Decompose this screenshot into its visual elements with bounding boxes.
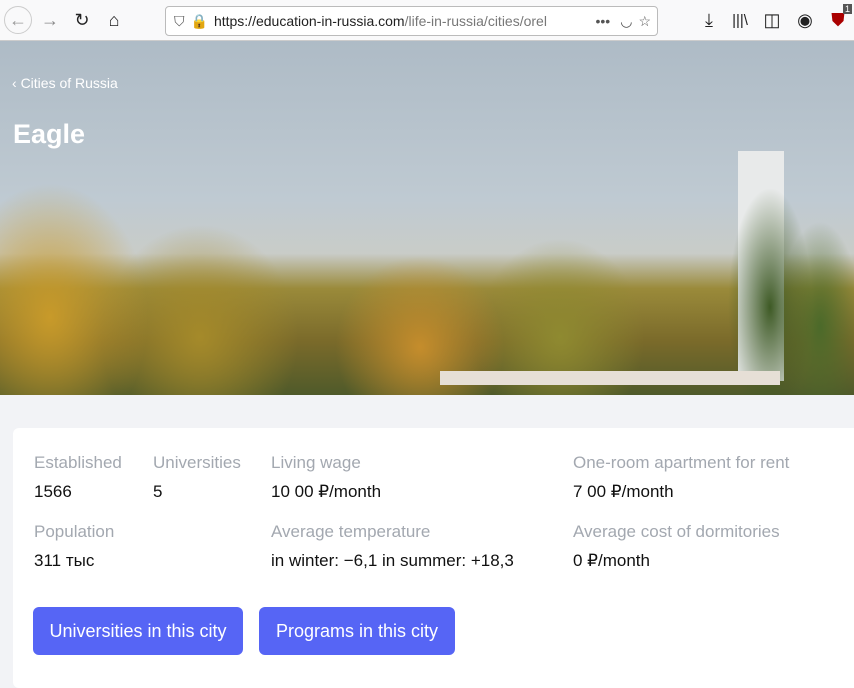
fact-dormitory-cost: Average cost of dormitories 0 ₽/month xyxy=(573,522,780,571)
account-icon[interactable]: ◉ xyxy=(793,8,817,32)
reload-icon[interactable]: ↻ xyxy=(70,8,94,32)
forward-icon[interactable]: → xyxy=(38,8,62,32)
fact-label: Average temperature xyxy=(271,522,431,541)
chevron-left-icon: ‹ xyxy=(12,75,21,91)
breadcrumb-link[interactable]: ‹ Cities of Russia xyxy=(12,75,118,91)
city-hero-image: ‹ Cities of Russia Eagle xyxy=(0,41,854,395)
trees-image xyxy=(0,147,854,395)
fence-image xyxy=(440,371,780,385)
fact-apartment-rent: One-room apartment for rent 7 00 ₽/month xyxy=(573,453,789,502)
fact-population: Population 311 тыс xyxy=(34,522,114,571)
fact-value: in winter: −6,1 in summer: +18,3 xyxy=(271,551,514,570)
fact-living-wage: Living wage 10 00 ₽/month xyxy=(271,453,381,502)
insecure-lock-icon: 🔒 xyxy=(190,12,208,29)
ublock-badge: 1 xyxy=(842,4,852,14)
download-icon[interactable]: ⤓ xyxy=(697,8,721,32)
star-icon[interactable]: ☆ xyxy=(638,13,651,30)
pocket-icon[interactable]: ◡ xyxy=(620,13,632,30)
browser-toolbar: ← → ↻ ⌂ ⛉ 🔒 https://education-in-russia.… xyxy=(0,0,854,41)
fact-value: 1566 xyxy=(34,482,72,501)
home-icon[interactable]: ⌂ xyxy=(102,8,126,32)
fact-universities: Universities 5 xyxy=(153,453,241,502)
more-icon[interactable]: ••• xyxy=(596,13,611,29)
fact-value: 0 ₽/month xyxy=(573,551,650,570)
city-facts-card: Established 1566 Universities 5 Living wag… xyxy=(13,428,854,688)
programs-in-city-button[interactable]: Programs in this city xyxy=(259,607,455,655)
url-path: /life-in-russia/cities/orel xyxy=(404,13,547,29)
fact-label: Population xyxy=(34,522,115,541)
fact-label: Living wage xyxy=(271,453,361,472)
sidebar-icon[interactable]: ◫ xyxy=(760,8,784,32)
page-title: Eagle xyxy=(13,119,86,149)
fact-value: 5 xyxy=(153,482,163,501)
breadcrumb-label: Cities of Russia xyxy=(20,75,118,91)
fact-label: Universities xyxy=(153,453,241,472)
url-host: https://education-in-russia.com xyxy=(213,13,405,29)
library-icon[interactable]: |||\ xyxy=(728,8,752,32)
address-bar[interactable]: ⛉ 🔒 https://education-in-russia.com/life… xyxy=(165,6,658,36)
fact-value: 311 тыс xyxy=(34,551,95,570)
fact-value: 7 00 ₽/month xyxy=(573,482,674,501)
back-icon[interactable]: ← xyxy=(4,6,32,34)
fact-temperature: Average temperature in winter: −6,1 in su… xyxy=(271,522,514,571)
fact-label: Established xyxy=(34,453,122,472)
ublock-icon[interactable]: ⛊ 1 xyxy=(826,4,852,32)
fact-label: One-room apartment for rent xyxy=(573,453,790,472)
universities-in-city-button[interactable]: Universities in this city xyxy=(33,607,243,655)
fact-value: 10 00 ₽/month xyxy=(271,482,382,501)
fact-established: Established 1566 xyxy=(34,453,122,502)
fact-label: Average cost of dormitories xyxy=(573,522,780,541)
shield-icon: ⛉ xyxy=(174,12,185,29)
